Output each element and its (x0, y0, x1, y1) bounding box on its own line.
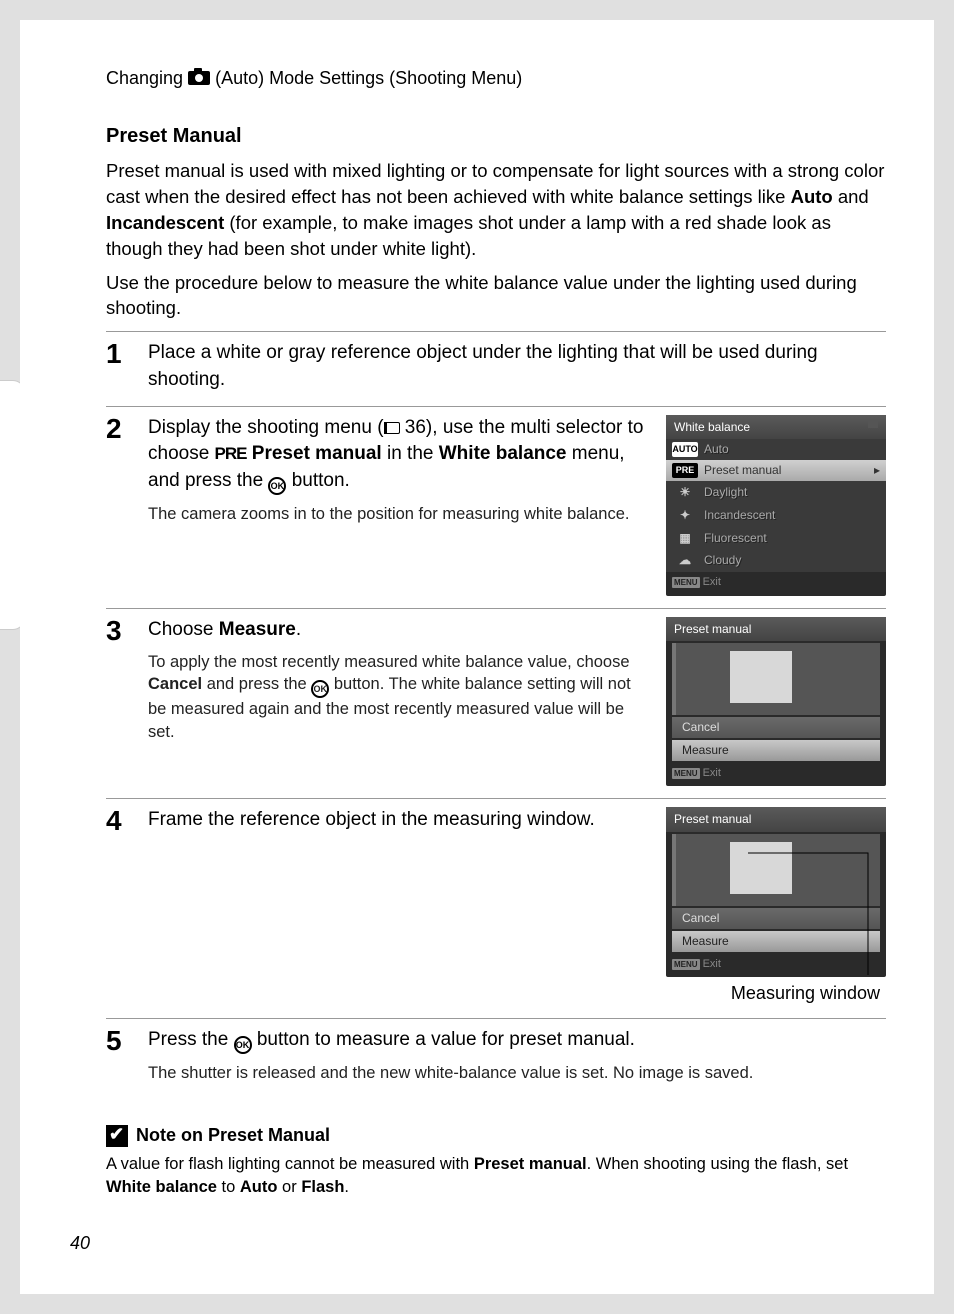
step-3-sub: To apply the most recently measured whit… (148, 651, 648, 743)
auto-icon: AUTO (672, 442, 698, 457)
step-4: 4 Frame the reference object in the meas… (106, 798, 886, 1018)
page-number: 40 (70, 1233, 90, 1254)
menu-icon: MENU (672, 959, 700, 970)
step-2-sub: The camera zooms in to the position for … (148, 503, 648, 525)
step-1-body: Place a white or gray reference object u… (148, 340, 886, 393)
menu-icon: MENU (672, 768, 700, 779)
lcd2-measure: Measure (672, 740, 880, 761)
incandescent-icon: ✦ (672, 506, 698, 525)
header-prefix: Changing (106, 68, 183, 88)
lcd2-cancel: Cancel (672, 717, 880, 738)
step-2-number: 2 (106, 415, 134, 596)
step-3: 3 Choose Measure. To apply the most rece… (106, 608, 886, 799)
intro-para-2: Use the procedure below to measure the w… (106, 270, 886, 322)
measuring-window-box (730, 842, 792, 894)
lcd2-title: Preset manual (666, 617, 886, 642)
lcd3-title: Preset manual (666, 807, 886, 832)
intro-para-1: Preset manual is used with mixed lightin… (106, 158, 886, 262)
fluorescent-icon: ▦ (672, 529, 698, 548)
step-5-sub: The shutter is released and the new whit… (148, 1062, 886, 1084)
header-suffix: (Auto) Mode Settings (Shooting Menu) (215, 68, 522, 88)
step-3-number: 3 (106, 617, 134, 787)
white-reference-box (730, 651, 792, 703)
note-text: A value for flash lighting cannot be mea… (106, 1153, 886, 1199)
note-title: Note on Preset Manual (136, 1125, 330, 1146)
step-1: 1 Place a white or gray reference object… (106, 331, 886, 405)
lcd-preset-manual-frame: Preset manual Cancel Measure MENUExit (666, 807, 886, 977)
step-4-text: Frame the reference object in the measur… (148, 807, 648, 1006)
step-1-number: 1 (106, 340, 134, 393)
book-icon (384, 422, 400, 434)
note-check-icon (106, 1125, 128, 1147)
pre-icon: PRE (215, 442, 247, 466)
ok-icon: OK (311, 680, 329, 698)
pointer-line-icon (848, 845, 888, 985)
lcd-preset-manual-measure: Preset manual Cancel Measure MENUExit (666, 617, 886, 787)
manual-page: Changing (Auto) Mode Settings (Shooting … (20, 20, 934, 1294)
step-5: 5 Press the OK button to measure a value… (106, 1018, 886, 1096)
lcd-white-balance-menu: White balance AUTOAuto PREPreset manual▸… (666, 415, 886, 596)
note-block: Note on Preset Manual A value for flash … (106, 1125, 886, 1199)
pre-menu-icon: PRE (672, 463, 698, 478)
camera-icon (188, 71, 210, 85)
step-2: 2 Display the shooting menu ( 36), use t… (106, 406, 886, 608)
lcd2-preview (672, 643, 880, 715)
cloudy-icon: ☁ (672, 551, 698, 570)
menu-icon: MENU (672, 577, 700, 588)
step-4-number: 4 (106, 807, 134, 1006)
lcd1-title: White balance (666, 415, 886, 440)
ok-icon: OK (268, 477, 286, 495)
daylight-icon: ☀ (672, 483, 698, 502)
page-header: Changing (Auto) Mode Settings (Shooting … (106, 68, 886, 89)
ok-icon: OK (234, 1036, 252, 1054)
step-5-number: 5 (106, 1027, 134, 1084)
section-title: Preset Manual (106, 125, 886, 148)
